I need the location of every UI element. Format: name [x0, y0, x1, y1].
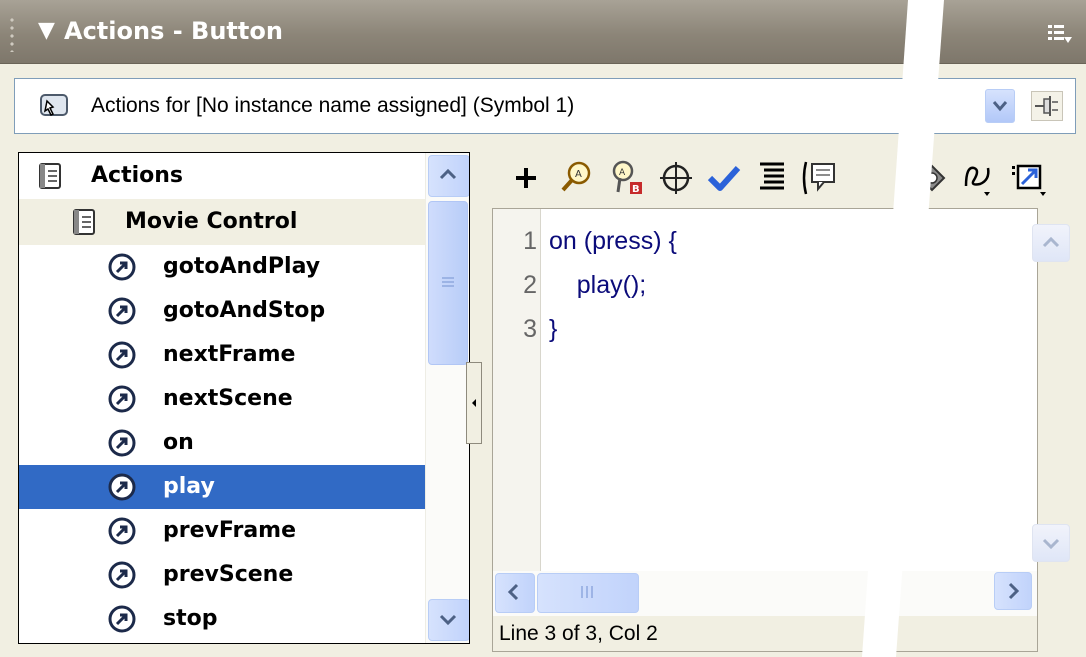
- tree-action-label: gotoAndPlay: [163, 254, 321, 279]
- action-circle-arrow-icon: [108, 473, 136, 501]
- tree-folder-actions[interactable]: Actions: [19, 153, 425, 199]
- drag-grip-icon[interactable]: [8, 16, 16, 52]
- add-statement-icon[interactable]: [506, 156, 546, 200]
- cursor-position-status: Line 3 of 3, Col 2: [499, 622, 658, 645]
- tree-action-item[interactable]: nextFrame: [19, 333, 425, 377]
- auto-format-icon[interactable]: [752, 156, 792, 200]
- scroll-down-icon[interactable]: [428, 599, 469, 641]
- editor-vertical-scrollbar[interactable]: [1023, 209, 1037, 571]
- tree-action-label: gotoAndStop: [163, 298, 326, 323]
- find-icon[interactable]: A: [556, 156, 596, 200]
- action-circle-arrow-icon: [108, 385, 136, 413]
- tree-vertical-scrollbar[interactable]: [425, 153, 469, 643]
- action-circle-arrow-icon: [108, 253, 136, 281]
- svg-text:B: B: [632, 184, 640, 195]
- action-circle-arrow-icon: [108, 341, 136, 369]
- script-editor[interactable]: 1 2 3 on (press) { play(); }: [492, 208, 1038, 618]
- editor-scroll-down-icon[interactable]: [1032, 524, 1070, 562]
- code-line[interactable]: }: [549, 309, 557, 349]
- svg-text:A: A: [619, 168, 626, 178]
- script-toolbar: A A B: [492, 150, 1082, 206]
- tree-action-item[interactable]: on: [19, 421, 425, 465]
- line-number: 2: [523, 271, 537, 299]
- reference-icon[interactable]: [912, 156, 952, 200]
- tree-action-item[interactable]: nextScene: [19, 377, 425, 421]
- collapse-arrow-icon[interactable]: ▼: [38, 18, 55, 44]
- tree-action-label: prevScene: [163, 562, 294, 587]
- insert-target-path-icon[interactable]: [656, 156, 696, 200]
- tree-action-item[interactable]: gotoAndStop: [19, 289, 425, 333]
- tree-action-label: on: [163, 430, 194, 455]
- view-options-icon[interactable]: [1008, 156, 1048, 200]
- show-code-hint-icon[interactable]: [800, 156, 840, 200]
- tree-folder-movie-control[interactable]: Movie Control: [19, 199, 425, 245]
- tree-action-item[interactable]: stop: [19, 597, 425, 641]
- tree-action-label: stop: [163, 606, 218, 631]
- code-line[interactable]: on (press) {: [549, 221, 677, 261]
- tree-action-label: prevFrame: [163, 518, 297, 543]
- options-menu-icon[interactable]: [1046, 22, 1072, 44]
- tree-action-item[interactable]: play: [19, 465, 425, 509]
- collapse-left-icon: [472, 399, 476, 407]
- debug-options-icon[interactable]: [958, 156, 998, 200]
- action-circle-arrow-icon: [108, 429, 136, 457]
- tree-action-item[interactable]: prevFrame: [19, 509, 425, 553]
- replace-icon[interactable]: A B: [606, 156, 646, 200]
- pane-splitter-handle[interactable]: [466, 362, 482, 444]
- line-number: 3: [523, 315, 537, 343]
- action-circle-arrow-icon: [108, 605, 136, 633]
- tree-action-label: nextScene: [163, 386, 293, 411]
- tree-action-label: nextFrame: [163, 342, 296, 367]
- action-circle-arrow-icon: [108, 517, 136, 545]
- scroll-left-icon[interactable]: [495, 573, 535, 613]
- script-target-label: Actions for [No instance name assigned] …: [91, 94, 575, 117]
- editor-status-bar: Line 3 of 3, Col 2: [492, 616, 1038, 652]
- tree-action-item[interactable]: prevScene: [19, 553, 425, 597]
- tree-folder-label: Actions: [91, 163, 183, 188]
- line-number-gutter: 1 2 3: [493, 209, 541, 571]
- script-target-selector[interactable]: Actions for [No instance name assigned] …: [14, 78, 1076, 134]
- tree-action-item[interactable]: gotoAndPlay: [19, 245, 425, 289]
- check-syntax-icon[interactable]: [704, 156, 744, 200]
- actions-toolbox-tree: Actions Movie Control gotoAndPlay gotoAnd…: [18, 152, 470, 644]
- code-line[interactable]: play();: [549, 265, 646, 305]
- action-circle-arrow-icon: [108, 561, 136, 589]
- editor-scroll-up-icon[interactable]: [1032, 224, 1070, 262]
- panel-title-bar[interactable]: ▼ Actions - Button: [0, 0, 1086, 64]
- line-number: 1: [523, 227, 537, 255]
- scroll-up-icon[interactable]: [428, 155, 469, 197]
- tree-folder-label: Movie Control: [125, 209, 298, 234]
- tree-scroll-thumb[interactable]: [428, 201, 468, 365]
- pin-script-icon[interactable]: [1031, 91, 1063, 121]
- editor-horizontal-scrollbar[interactable]: [493, 571, 1037, 617]
- book-icon: [39, 163, 61, 189]
- panel-title: Actions - Button: [64, 17, 283, 45]
- book-icon: [73, 209, 95, 235]
- chevron-down-icon[interactable]: [985, 89, 1015, 123]
- tree-action-label: play: [163, 474, 215, 499]
- action-circle-arrow-icon: [108, 297, 136, 325]
- svg-text:A: A: [575, 169, 582, 180]
- button-symbol-icon: [37, 87, 73, 123]
- horizontal-scroll-thumb[interactable]: [537, 573, 639, 613]
- scroll-right-icon[interactable]: [994, 572, 1032, 610]
